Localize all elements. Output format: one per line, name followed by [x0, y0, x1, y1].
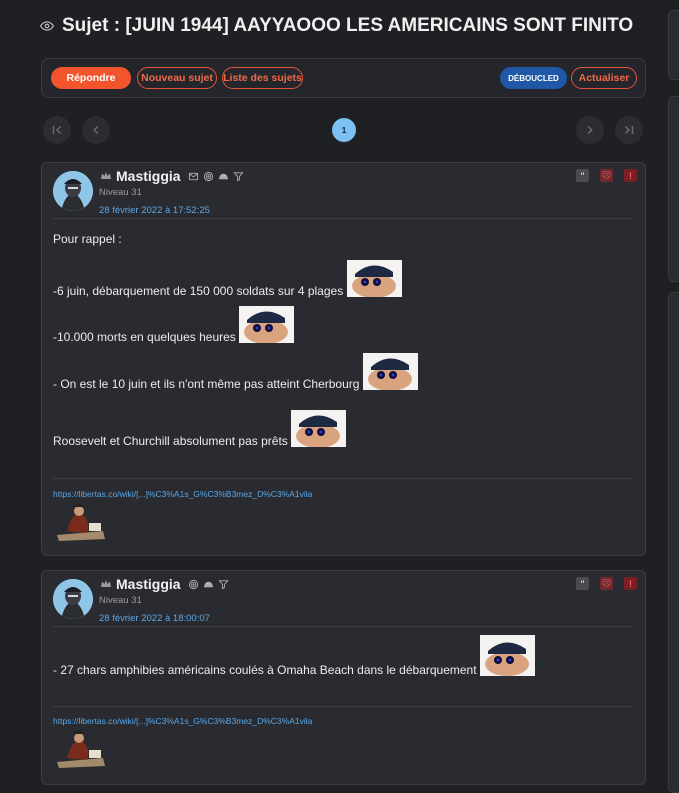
- crown-icon: [101, 580, 111, 587]
- chevron-left-icon: [93, 125, 99, 135]
- author-level: Niveau 31: [99, 187, 142, 198]
- quote-icon[interactable]: ": [576, 169, 589, 182]
- avatar[interactable]: [53, 579, 93, 619]
- sad-face-icon[interactable]: ☹: [600, 577, 613, 590]
- spiral-icon[interactable]: [203, 171, 214, 182]
- deboucled-button[interactable]: DÉBOUCLED: [500, 67, 567, 89]
- sticker-image: [479, 635, 535, 676]
- helmet-icon[interactable]: [218, 171, 229, 182]
- topic-header: Sujet : [JUIN 1944] AAYYAOOO LES AMERICA…: [40, 14, 633, 38]
- sticker-image: [239, 306, 295, 343]
- sticker-image: [291, 410, 347, 447]
- message-text: -6 juin, débarquement de 150 000 soldats…: [53, 284, 344, 298]
- author-info: Mastiggia: [100, 576, 233, 592]
- forum-post: Mastiggia Niveau 31 28 février 2022 à 18…: [41, 570, 646, 785]
- author-info: Mastiggia: [100, 168, 248, 184]
- topic-list-button[interactable]: Liste des sujets: [222, 67, 303, 89]
- signature-divider: [53, 706, 634, 707]
- message-line: Pour rappel :: [53, 232, 122, 246]
- author-name[interactable]: Mastiggia: [116, 168, 181, 184]
- double-chevron-left-icon: [52, 125, 62, 135]
- sticker-image: [346, 260, 402, 297]
- next-page-button[interactable]: [576, 116, 604, 144]
- post-actions: " ☹ !: [565, 169, 637, 182]
- signature-link[interactable]: https://libertas.co/wiki/[...]%C3%A1s_G%…: [53, 489, 312, 499]
- quote-icon[interactable]: ": [576, 577, 589, 590]
- post-actions: " ☹ !: [565, 577, 637, 590]
- avatar[interactable]: [53, 171, 93, 211]
- topic-toolbar: Répondre Nouveau sujet Liste des sujets …: [41, 58, 646, 98]
- author-name[interactable]: Mastiggia: [116, 576, 181, 592]
- message-text: Roosevelt et Churchill absolument pas pr…: [53, 434, 288, 448]
- message-line: - 27 chars amphibies américains coulés à…: [53, 635, 535, 677]
- spiral-icon[interactable]: [188, 579, 199, 590]
- sad-face-icon[interactable]: ☹: [600, 169, 613, 182]
- current-page-indicator[interactable]: 1: [332, 118, 356, 142]
- signature-image[interactable]: [53, 501, 108, 541]
- double-chevron-right-icon: [624, 125, 634, 135]
- post-divider: [53, 218, 634, 219]
- filter-icon[interactable]: [217, 579, 229, 590]
- side-panel: [668, 292, 679, 793]
- report-icon[interactable]: !: [624, 169, 637, 182]
- author-level: Niveau 31: [99, 595, 142, 606]
- new-topic-button[interactable]: Nouveau sujet: [137, 67, 217, 89]
- message-line: - On est le 10 juin et ils n'ont même pa…: [53, 353, 418, 391]
- message-text: -10.000 morts en quelques heures: [53, 330, 236, 344]
- post-divider: [53, 626, 634, 627]
- forum-topic-page: Sujet : [JUIN 1944] AAYYAOOO LES AMERICA…: [0, 0, 679, 793]
- helmet-icon[interactable]: [203, 579, 214, 590]
- message-text: - 27 chars amphibies américains coulés à…: [53, 663, 477, 677]
- avatar-image: [53, 171, 93, 211]
- chevron-right-icon: [587, 125, 593, 135]
- sticker-image: [362, 353, 418, 390]
- forum-post: Mastiggia Niveau 31 28 février 2022 à 17…: [41, 162, 646, 556]
- last-page-button[interactable]: [615, 116, 643, 144]
- signature-divider: [53, 478, 634, 479]
- previous-page-button[interactable]: [82, 116, 110, 144]
- refresh-button[interactable]: Actualiser: [571, 67, 637, 89]
- avatar-image: [53, 579, 93, 619]
- message-line: Roosevelt et Churchill absolument pas pr…: [53, 410, 347, 448]
- post-date[interactable]: 28 février 2022 à 17:52:25: [99, 205, 210, 216]
- page-title: Sujet : [JUIN 1944] AAYYAOOO LES AMERICA…: [62, 15, 634, 36]
- crown-icon: [101, 172, 111, 179]
- eye-icon: [40, 21, 54, 31]
- filter-icon[interactable]: [232, 171, 244, 182]
- side-panel: [668, 96, 679, 282]
- signature-link[interactable]: https://libertas.co/wiki/[...]%C3%A1s_G%…: [53, 716, 312, 726]
- reply-button[interactable]: Répondre: [51, 67, 131, 89]
- message-line: -6 juin, débarquement de 150 000 soldats…: [53, 260, 402, 298]
- post-date[interactable]: 28 février 2022 à 18:00:07: [99, 613, 210, 624]
- report-icon[interactable]: !: [624, 577, 637, 590]
- side-panel: [668, 10, 679, 80]
- message-text: - On est le 10 juin et ils n'ont même pa…: [53, 377, 360, 391]
- first-page-button[interactable]: [43, 116, 71, 144]
- message-line: -10.000 morts en quelques heures: [53, 306, 295, 344]
- signature-image[interactable]: [53, 728, 108, 768]
- mail-icon[interactable]: [188, 171, 199, 182]
